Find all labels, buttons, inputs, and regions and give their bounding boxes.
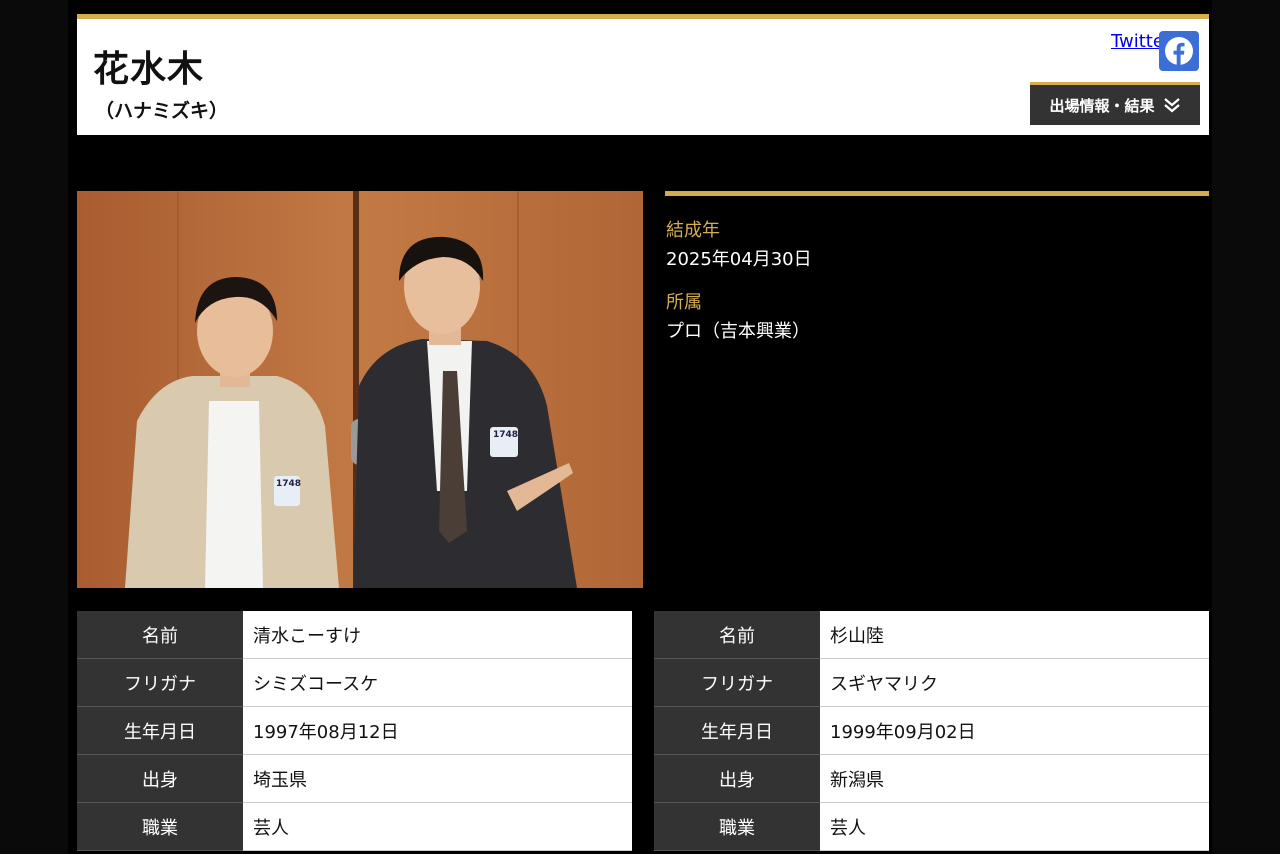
furigana-value: スギヤマリク (820, 658, 1209, 707)
table-row: 出身 埼玉県 (77, 754, 632, 803)
birthdate-label: 生年月日 (77, 706, 243, 755)
member-table-1: 名前 清水こーすけ フリガナ シミズコースケ 生年月日 1997年08月12日 出身埼… (77, 611, 632, 851)
name-value: 杉山陸 (820, 611, 1209, 659)
facebook-icon (1165, 37, 1193, 65)
name-label: 名前 (654, 611, 820, 659)
furigana-label: フリガナ (77, 658, 243, 707)
table-row: 出身 新潟県 (654, 754, 1209, 803)
table-row: 名前 杉山陸 (654, 611, 1209, 659)
affiliation-value: プロ（吉本興業） (666, 321, 810, 342)
entry-results-label: 出場情報・結果 (1049, 96, 1155, 115)
formed-label: 結成年 (666, 220, 720, 241)
page-title: 花水木 (93, 49, 205, 90)
name-label: 名前 (77, 611, 243, 659)
table-row: 職業 芸人 (654, 802, 1209, 851)
title-kana: （ハナミズキ） (95, 100, 229, 122)
table-row: 生年月日 1997年08月12日 (77, 706, 632, 755)
birthdate-value: 1999年09月02日 (820, 706, 1209, 755)
occupation-value: 芸人 (820, 802, 1209, 851)
profile-page: 花水木 （ハナミズキ） Twitter 出場情報・結果 1748 1748 結成… (68, 0, 1212, 854)
double-chevron-down-icon (1163, 98, 1180, 113)
occupation-label: 職業 (654, 802, 820, 851)
duo-photo: 1748 1748 (77, 191, 643, 588)
entry-results-button[interactable]: 出場情報・結果 (1030, 82, 1200, 125)
table-row: フリガナ シミズコースケ (77, 658, 632, 707)
furigana-value: シミズコースケ (243, 658, 632, 707)
member-table-2: 名前 杉山陸 フリガナ スギヤマリク 生年月日 1999年09月02日 出身 新潟県 職… (654, 611, 1209, 851)
hometown-label: 出身 (77, 754, 243, 803)
table-row: フリガナ スギヤマリク (654, 658, 1209, 707)
affiliation-label: 所属 (666, 292, 702, 313)
table-row: 職業 芸人 (77, 802, 632, 851)
birthdate-value: 1997年08月12日 (243, 706, 632, 755)
birthdate-label: 生年月日 (654, 706, 820, 755)
hometown-value: 新潟県 (820, 754, 1209, 803)
facebook-share-button[interactable] (1159, 31, 1199, 71)
name-value: 清水こーすけ (243, 611, 632, 659)
occupation-value: 芸人 (243, 802, 632, 851)
table-row: 名前 清水こーすけ (77, 611, 632, 659)
hometown-value: 埼玉県 (243, 754, 632, 803)
group-info: 結成年 2025年04月30日 所属 プロ（吉本興業） (665, 191, 1209, 342)
furigana-label: フリガナ (654, 658, 820, 707)
profile-header: 花水木 （ハナミズキ） Twitter 出場情報・結果 (77, 14, 1209, 135)
hometown-label: 出身 (654, 754, 820, 803)
table-row: 生年月日 1999年09月02日 (654, 706, 1209, 755)
badge-number-right: 1748 (493, 430, 519, 440)
badge-number-left: 1748 (276, 479, 302, 489)
occupation-label: 職業 (77, 802, 243, 851)
formed-value: 2025年04月30日 (666, 249, 812, 270)
